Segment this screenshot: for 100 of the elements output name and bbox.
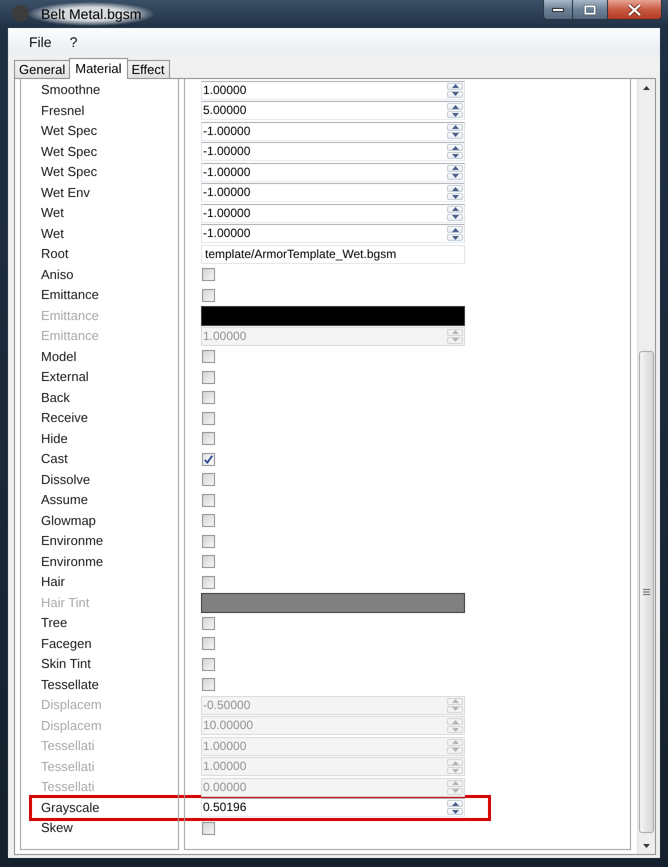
window-title: Belt Metal.bgsm xyxy=(27,2,156,26)
checkbox[interactable] xyxy=(202,555,215,568)
spin-up-button[interactable] xyxy=(447,185,463,192)
field-label: Emittance xyxy=(41,328,99,344)
caret-up-icon xyxy=(452,125,458,130)
checkbox[interactable] xyxy=(202,370,215,384)
text-field[interactable]: template/ArmorTemplate_Wet.bgsm xyxy=(201,244,465,264)
checkbox[interactable] xyxy=(202,822,215,835)
checkbox[interactable] xyxy=(202,534,215,548)
checkbox[interactable] xyxy=(202,576,215,589)
menu-item[interactable]: ? xyxy=(60,32,86,52)
field-label: Emittance xyxy=(41,287,99,304)
checkbox[interactable] xyxy=(202,288,215,302)
field-label: Wet Spec xyxy=(41,144,98,160)
spin-up-button[interactable] xyxy=(447,82,463,90)
field-label: Displacem xyxy=(41,697,102,714)
field-label: Displacem xyxy=(41,718,102,734)
spin-box[interactable]: -1.00000 xyxy=(201,162,465,182)
spin-box[interactable]: -1.00000 xyxy=(201,204,465,223)
tab[interactable]: Material xyxy=(69,58,128,79)
field-label: Root xyxy=(41,246,68,262)
field-label: Skew xyxy=(41,820,73,836)
caret-up-icon xyxy=(452,228,458,232)
spin-down-button[interactable] xyxy=(447,808,463,816)
spin-down-button[interactable] xyxy=(447,152,463,160)
spin-box[interactable]: -1.00000 xyxy=(201,183,465,202)
checkbox[interactable] xyxy=(202,432,215,446)
spin-up-button[interactable] xyxy=(447,226,463,234)
checkbox[interactable] xyxy=(202,412,215,425)
spin-up-button[interactable] xyxy=(447,800,463,808)
checkbox[interactable] xyxy=(202,616,215,630)
field-label: Dissolve xyxy=(41,472,90,488)
close-button[interactable] xyxy=(608,0,662,20)
field-label: Smoothne xyxy=(41,82,100,98)
checkbox[interactable] xyxy=(202,268,215,282)
scrollbar-thumb[interactable] xyxy=(639,351,654,833)
spin-box[interactable]: -1.00000 xyxy=(201,122,465,141)
checkbox[interactable] xyxy=(202,350,215,364)
spin-up-button[interactable] xyxy=(447,103,463,110)
spin-up-button[interactable] xyxy=(447,206,463,213)
caret-down-icon xyxy=(452,338,458,342)
field-label: Hide xyxy=(41,430,68,447)
spin-up-button[interactable] xyxy=(447,164,463,172)
checkbox[interactable] xyxy=(202,494,215,507)
menu-item[interactable]: File xyxy=(20,32,61,52)
spin-box[interactable]: 5.00000 xyxy=(201,101,465,120)
checkbox[interactable] xyxy=(202,658,215,671)
caret-down-icon xyxy=(452,236,458,240)
field-label: Tree xyxy=(41,615,68,632)
spin-down-button[interactable] xyxy=(447,193,463,200)
spin-box[interactable]: 0.50196 xyxy=(201,798,465,818)
field-label: Glowmap xyxy=(41,512,96,529)
caret-up-icon xyxy=(452,186,458,191)
caret-up-icon xyxy=(452,330,458,334)
checkbox[interactable] xyxy=(202,391,215,404)
checkmark-icon xyxy=(204,454,213,464)
tab[interactable]: Effect xyxy=(126,60,170,78)
spin-box[interactable]: 1.00000 xyxy=(201,80,465,100)
spin-down-button[interactable] xyxy=(447,132,463,139)
caret-up-icon xyxy=(452,740,458,744)
caret-down-icon xyxy=(452,707,458,712)
close-icon xyxy=(628,4,641,16)
maximize-button[interactable] xyxy=(573,0,608,20)
field-label: Grayscale xyxy=(41,800,100,816)
caret-down-icon xyxy=(452,133,458,138)
caret-down-icon xyxy=(452,810,458,814)
caret-down-icon xyxy=(452,194,458,199)
spin-box[interactable]: -1.00000 xyxy=(201,142,465,162)
field-label: Facegen xyxy=(41,636,92,652)
spin-down-button[interactable] xyxy=(447,234,463,242)
field-label: Skin Tint xyxy=(41,656,91,672)
field-label: Wet Env xyxy=(41,184,90,201)
app-icon xyxy=(12,5,29,22)
checkbox[interactable] xyxy=(202,452,215,466)
field-label: Tessellati xyxy=(41,738,94,754)
spin-down-button[interactable] xyxy=(447,90,463,98)
caret-up-icon xyxy=(452,699,458,704)
spin-down-button[interactable] xyxy=(447,214,463,221)
caret-up-icon xyxy=(452,781,458,786)
tab[interactable]: General xyxy=(14,60,70,78)
field-label: Tessellati xyxy=(41,779,94,796)
field-label: Model xyxy=(41,348,76,365)
checkbox[interactable] xyxy=(202,514,215,528)
minimize-button[interactable] xyxy=(543,0,573,20)
checkbox[interactable] xyxy=(202,473,215,486)
checkbox[interactable] xyxy=(202,678,215,692)
field-label: Cast xyxy=(41,451,68,468)
field-label: Back xyxy=(41,390,70,406)
caret-up-icon xyxy=(452,720,458,724)
spin-down-button[interactable] xyxy=(447,111,463,118)
spin-up-button[interactable] xyxy=(447,144,463,152)
field-label: Assume xyxy=(41,492,88,508)
spin-down-button[interactable] xyxy=(447,172,463,180)
checkbox[interactable] xyxy=(202,637,215,650)
spin-box[interactable]: -1.00000 xyxy=(201,224,465,244)
caret-down-icon xyxy=(452,748,458,752)
caret-up-icon xyxy=(452,104,458,109)
caret-down-icon xyxy=(452,215,458,220)
spin-up-button[interactable] xyxy=(447,124,463,131)
caret-up-icon xyxy=(643,86,650,90)
